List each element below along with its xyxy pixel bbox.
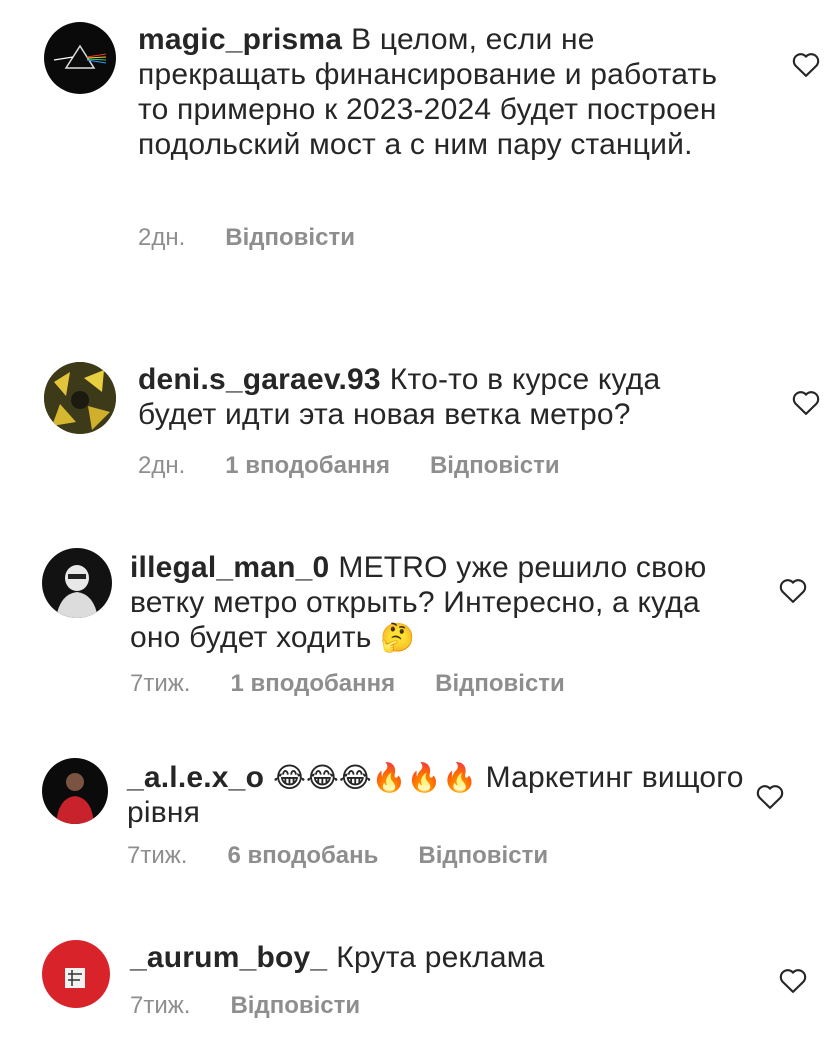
avatar[interactable] [42,758,108,824]
comment-body: Крута реклама [336,941,545,974]
reply-button[interactable]: Відповісти [225,224,355,252]
comment-username[interactable]: illegal_man_0 [130,551,329,584]
comment-time[interactable]: 7тиж. [130,670,190,698]
comment-username[interactable]: _aurum_boy_ [130,941,327,974]
comment-username[interactable]: deni.s_garaev.93 [138,363,381,396]
comment-text: _aurum_boy_ Крута реклама [130,940,750,975]
likes-count[interactable]: 1 вподобання [225,452,390,480]
comment-text: magic_prisma В целом, если не прекращать … [138,22,738,162]
comment-time[interactable]: 2дн. [138,224,185,252]
comment-time[interactable]: 7тиж. [127,842,187,870]
comment-text: deni.s_garaev.93 Кто-то в курсе куда буде… [138,362,738,432]
comment-meta: 7тиж. 6 вподобань Відповісти [127,842,548,870]
reply-button[interactable]: Відповісти [430,452,560,480]
comment-meta: 7тиж. Відповісти [130,992,360,1020]
emoji: 🤔 [380,622,416,653]
comment-time[interactable]: 7тиж. [130,992,190,1020]
comment-time[interactable]: 2дн. [138,452,185,480]
avatar[interactable] [44,362,116,434]
reply-button[interactable]: Відповісти [418,842,548,870]
comment-text: illegal_man_0 METRO уже решило свою ветку… [130,550,750,655]
heart-outline-icon[interactable] [778,576,808,604]
heart-outline-icon[interactable] [778,966,808,994]
avatar[interactable] [42,940,110,1008]
comment-meta: 2дн. 1 вподобання Відповісти [138,452,560,480]
avatar[interactable] [42,548,112,618]
likes-count[interactable]: 1 вподобання [230,670,395,698]
comment-meta: 2дн. Відповісти [138,224,355,252]
comment-text: _a.l.e.x_o 😂😂😂🔥🔥🔥 Маркетинг вищого рівня [127,760,747,830]
comment-username[interactable]: _a.l.e.x_o [127,761,264,794]
heart-outline-icon[interactable] [791,50,821,78]
heart-outline-icon[interactable] [755,782,785,810]
reply-button[interactable]: Відповісти [435,670,565,698]
comment-username[interactable]: magic_prisma [138,23,342,56]
reply-button[interactable]: Відповісти [230,992,360,1020]
likes-count[interactable]: 6 вподобань [227,842,378,870]
comment-meta: 7тиж. 1 вподобання Відповісти [130,670,565,698]
avatar[interactable] [44,22,116,94]
heart-outline-icon[interactable] [791,388,821,416]
emoji: 😂😂😂🔥🔥🔥 [273,762,478,793]
